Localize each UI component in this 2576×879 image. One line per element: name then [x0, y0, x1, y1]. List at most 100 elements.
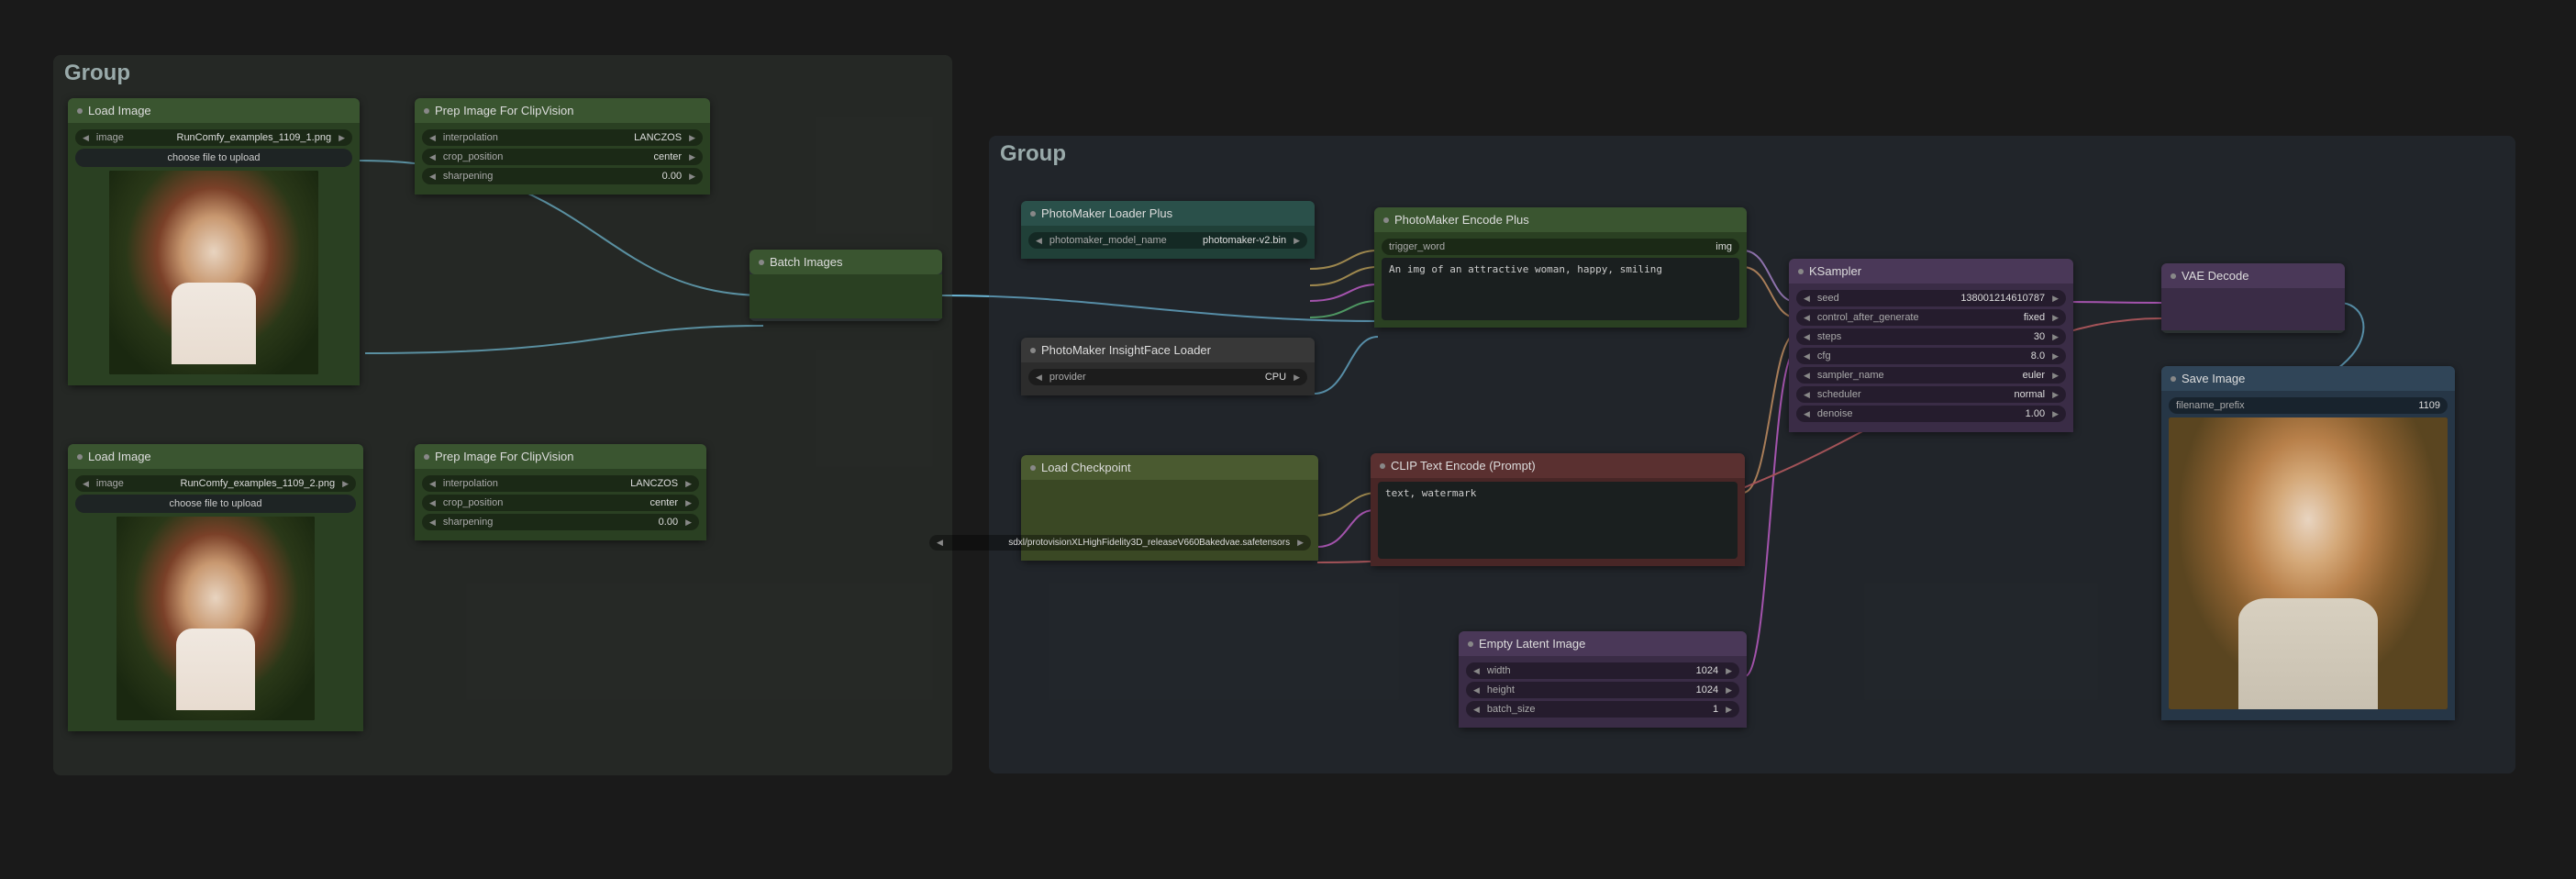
chevron-left-icon[interactable]: ◀: [1804, 313, 1810, 323]
node-ksampler[interactable]: KSampler ◀seed138001214610787▶ ◀control_…: [1789, 259, 2073, 432]
field-interpolation[interactable]: ◀interpolationLANCZOS▶: [422, 475, 699, 492]
node-title: VAE Decode: [2182, 269, 2248, 283]
chevron-left-icon[interactable]: ◀: [429, 498, 436, 508]
field-filename-prefix[interactable]: filename_prefix1109: [2169, 397, 2448, 414]
node-title: Load Image: [88, 450, 151, 463]
chevron-left-icon[interactable]: ◀: [83, 133, 89, 143]
node-batch-images[interactable]: Batch Images: [749, 250, 942, 321]
node-title: KSampler: [1809, 264, 1861, 278]
node-prep-clipvision-1[interactable]: Prep Image For ClipVision ◀interpolation…: [415, 98, 710, 195]
node-insightface-loader[interactable]: PhotoMaker InsightFace Loader ◀providerC…: [1021, 338, 1315, 395]
node-load-image-2[interactable]: Load Image ◀imageRunComfy_examples_1109_…: [68, 444, 363, 731]
upload-button[interactable]: choose file to upload: [75, 495, 356, 513]
chevron-left-icon[interactable]: ◀: [83, 479, 89, 489]
node-title: Load Checkpoint: [1041, 461, 1131, 474]
chevron-right-icon[interactable]: ▶: [685, 517, 692, 528]
node-title: Batch Images: [770, 255, 843, 269]
field-cfg[interactable]: ◀cfg8.0▶: [1796, 348, 2066, 364]
chevron-left-icon[interactable]: ◀: [1804, 409, 1810, 419]
chevron-left-icon[interactable]: ◀: [429, 152, 436, 162]
chevron-left-icon[interactable]: ◀: [937, 538, 943, 548]
field-seed[interactable]: ◀seed138001214610787▶: [1796, 290, 2066, 306]
field-height[interactable]: ◀height1024▶: [1466, 682, 1739, 698]
node-load-image-1[interactable]: Load Image ◀ image RunComfy_examples_110…: [68, 98, 360, 385]
chevron-left-icon[interactable]: ◀: [429, 517, 436, 528]
chevron-right-icon[interactable]: ▶: [1294, 373, 1300, 383]
chevron-left-icon[interactable]: ◀: [1036, 373, 1042, 383]
chevron-right-icon[interactable]: ▶: [685, 498, 692, 508]
node-photomaker-loader[interactable]: PhotoMaker Loader Plus ◀photomaker_model…: [1021, 201, 1315, 259]
field-crop-position[interactable]: ◀crop_positioncenter▶: [422, 149, 703, 165]
prompt-textarea[interactable]: An img of an attractive woman, happy, sm…: [1382, 258, 1739, 320]
chevron-left-icon[interactable]: ◀: [1804, 332, 1810, 342]
field-provider[interactable]: ◀providerCPU▶: [1028, 369, 1307, 385]
node-title: PhotoMaker Loader Plus: [1041, 206, 1172, 220]
chevron-right-icon[interactable]: ▶: [689, 133, 695, 143]
field-trigger-word[interactable]: trigger_wordimg: [1382, 239, 1739, 255]
chevron-right-icon[interactable]: ▶: [1726, 705, 1732, 715]
image-preview: [109, 171, 318, 374]
chevron-right-icon[interactable]: ▶: [689, 172, 695, 182]
field-denoise[interactable]: ◀denoise1.00▶: [1796, 406, 2066, 422]
chevron-right-icon[interactable]: ▶: [2052, 371, 2059, 381]
chevron-left-icon[interactable]: ◀: [1804, 294, 1810, 304]
field-width[interactable]: ◀width1024▶: [1466, 662, 1739, 679]
node-title: PhotoMaker InsightFace Loader: [1041, 343, 1211, 357]
field-scheduler[interactable]: ◀schedulernormal▶: [1796, 386, 2066, 403]
node-load-checkpoint[interactable]: Load Checkpoint ◀ ckpt_name sdxl/protovi…: [1021, 455, 1318, 561]
field-sampler-name[interactable]: ◀sampler_nameeuler▶: [1796, 367, 2066, 384]
chevron-left-icon[interactable]: ◀: [429, 479, 436, 489]
field-image[interactable]: ◀ image RunComfy_examples_1109_1.png ▶: [75, 129, 352, 146]
chevron-right-icon[interactable]: ▶: [689, 152, 695, 162]
field-interpolation[interactable]: ◀interpolationLANCZOS▶: [422, 129, 703, 146]
group-title: Group: [989, 136, 2515, 172]
chevron-right-icon[interactable]: ▶: [342, 479, 349, 489]
upload-button[interactable]: choose file to upload: [75, 149, 352, 167]
chevron-left-icon[interactable]: ◀: [1473, 705, 1480, 715]
node-clip-text-encode[interactable]: CLIP Text Encode (Prompt) text, watermar…: [1371, 453, 1745, 566]
node-title: Empty Latent Image: [1479, 637, 1585, 651]
field-batch-size[interactable]: ◀batch_size1▶: [1466, 701, 1739, 718]
chevron-left-icon[interactable]: ◀: [429, 172, 436, 182]
chevron-right-icon[interactable]: ▶: [1726, 666, 1732, 676]
node-empty-latent[interactable]: Empty Latent Image ◀width1024▶ ◀height10…: [1459, 631, 1747, 728]
node-save-image[interactable]: Save Image filename_prefix1109: [2161, 366, 2455, 720]
field-steps[interactable]: ◀steps30▶: [1796, 328, 2066, 345]
node-title: Prep Image For ClipVision: [435, 450, 574, 463]
node-photomaker-encode[interactable]: PhotoMaker Encode Plus trigger_wordimg A…: [1374, 207, 1747, 328]
node-prep-clipvision-2[interactable]: Prep Image For ClipVision ◀interpolation…: [415, 444, 706, 540]
chevron-right-icon[interactable]: ▶: [1297, 538, 1304, 548]
chevron-right-icon[interactable]: ▶: [339, 133, 345, 143]
prompt-textarea[interactable]: text, watermark: [1378, 482, 1738, 559]
chevron-right-icon[interactable]: ▶: [2052, 409, 2059, 419]
node-title: Load Image: [88, 104, 151, 117]
field-crop-position[interactable]: ◀crop_positioncenter▶: [422, 495, 699, 511]
chevron-right-icon[interactable]: ▶: [2052, 294, 2059, 304]
chevron-right-icon[interactable]: ▶: [1726, 685, 1732, 695]
image-preview: [117, 517, 315, 720]
image-preview: [2169, 417, 2448, 709]
node-vae-decode[interactable]: VAE Decode: [2161, 263, 2345, 333]
group-title: Group: [53, 55, 952, 92]
chevron-left-icon[interactable]: ◀: [1804, 390, 1810, 400]
chevron-right-icon[interactable]: ▶: [1294, 236, 1300, 246]
field-model-name[interactable]: ◀photomaker_model_namephotomaker-v2.bin▶: [1028, 232, 1307, 249]
field-sharpening[interactable]: ◀sharpening0.00▶: [422, 168, 703, 184]
field-image[interactable]: ◀imageRunComfy_examples_1109_2.png▶: [75, 475, 356, 492]
chevron-left-icon[interactable]: ◀: [1804, 371, 1810, 381]
chevron-right-icon[interactable]: ▶: [2052, 313, 2059, 323]
chevron-right-icon[interactable]: ▶: [685, 479, 692, 489]
chevron-left-icon[interactable]: ◀: [1473, 685, 1480, 695]
field-ckpt-name[interactable]: ◀ ckpt_name sdxl/protovisionXLHighFideli…: [929, 535, 1311, 551]
field-control-after[interactable]: ◀control_after_generatefixed▶: [1796, 309, 2066, 326]
node-title: Save Image: [2182, 372, 2245, 385]
chevron-left-icon[interactable]: ◀: [1804, 351, 1810, 362]
chevron-right-icon[interactable]: ▶: [2052, 332, 2059, 342]
chevron-left-icon[interactable]: ◀: [1036, 236, 1042, 246]
chevron-left-icon[interactable]: ◀: [429, 133, 436, 143]
field-sharpening[interactable]: ◀sharpening0.00▶: [422, 514, 699, 530]
node-title: PhotoMaker Encode Plus: [1394, 213, 1529, 227]
chevron-right-icon[interactable]: ▶: [2052, 390, 2059, 400]
chevron-right-icon[interactable]: ▶: [2052, 351, 2059, 362]
chevron-left-icon[interactable]: ◀: [1473, 666, 1480, 676]
